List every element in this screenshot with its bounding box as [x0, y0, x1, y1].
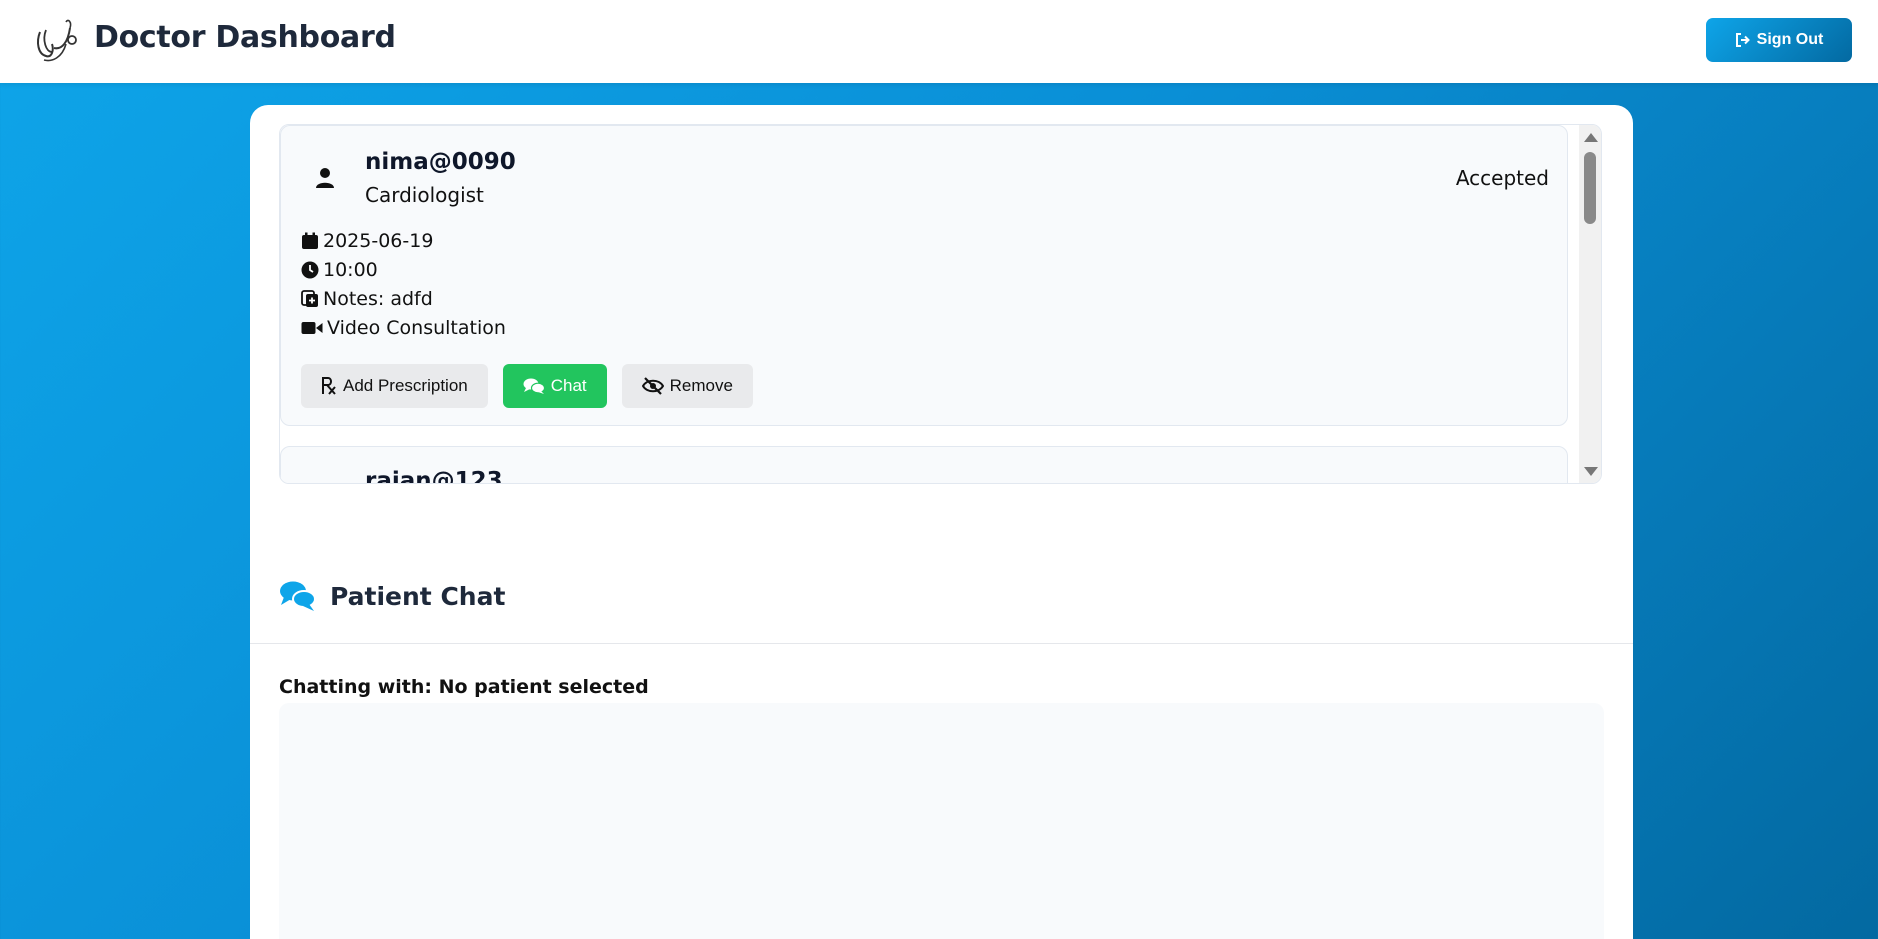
calendar-icon [302, 232, 318, 249]
remove-button[interactable]: Remove [621, 364, 753, 408]
chat-label: Chat [550, 376, 587, 395]
scrollbar-thumb[interactable] [1584, 152, 1596, 224]
user-icon [316, 168, 334, 188]
add-prescription-label: Add Prescription [343, 376, 468, 395]
chatting-with-label: Chatting with: No patient selected [279, 676, 649, 698]
sign-out-icon [1735, 33, 1750, 47]
appointment-card: nima@0090 Cardiologist Accepted 2025-06-… [280, 125, 1568, 426]
date-value: 2025-06-19 [323, 230, 434, 252]
chat-section-title: Patient Chat [330, 582, 506, 611]
time-value: 10:00 [323, 259, 378, 281]
notes-icon [301, 290, 318, 307]
eye-slash-icon [641, 377, 664, 395]
prescription-icon [322, 377, 336, 395]
sign-out-button[interactable]: Sign Out [1706, 18, 1852, 62]
patient-name: nima@0090 [365, 149, 516, 175]
appointment-notes: Notes: adfd [301, 288, 433, 310]
section-divider [250, 643, 1633, 644]
chat-button[interactable]: Chat [502, 364, 607, 408]
top-navbar: Doctor Dashboard Sign Out [0, 0, 1878, 83]
stethoscope-icon [37, 19, 77, 62]
chat-messages-area[interactable] [279, 703, 1604, 939]
video-icon [301, 322, 323, 334]
appointment-list[interactable]: nima@0090 Cardiologist Accepted 2025-06-… [279, 124, 1602, 484]
appointment-time: 10:00 [301, 259, 378, 281]
list-scrollbar[interactable] [1579, 125, 1601, 483]
doctor-specialty: Cardiologist [365, 183, 484, 207]
comments-icon [280, 581, 316, 611]
appointment-date: 2025-06-19 [301, 230, 433, 252]
scroll-up-arrow-icon[interactable] [1584, 133, 1598, 142]
clock-icon [301, 261, 319, 279]
appointment-actions: Add Prescription Chat Remove [301, 364, 753, 408]
scroll-down-arrow-icon[interactable] [1584, 467, 1598, 476]
remove-label: Remove [669, 376, 733, 395]
comments-icon [523, 378, 545, 394]
status-badge: Accepted [1455, 166, 1549, 190]
add-prescription-button[interactable]: Add Prescription [301, 364, 488, 408]
appointment-type: Video Consultation [301, 317, 506, 339]
sign-out-label: Sign Out [1756, 31, 1824, 48]
type-value: Video Consultation [327, 317, 506, 339]
appointment-card: rajan@123 [280, 446, 1568, 484]
patient-name: rajan@123 [365, 468, 503, 484]
notes-value: Notes: adfd [323, 288, 433, 310]
app-title: Doctor Dashboard [94, 20, 396, 55]
